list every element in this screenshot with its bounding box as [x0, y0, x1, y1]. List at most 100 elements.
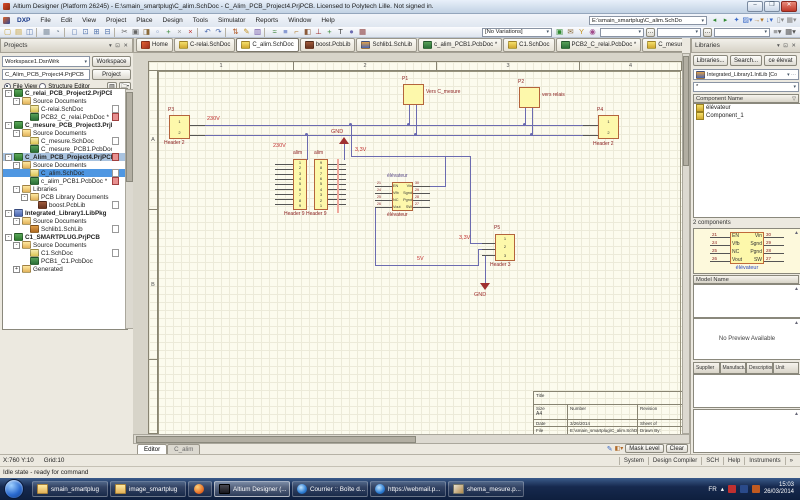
- browse-button-1[interactable]: …: [646, 28, 655, 37]
- edit-icon[interactable]: ✎: [241, 27, 252, 37]
- redo-icon[interactable]: ↷: [213, 27, 224, 37]
- filter-icon[interactable]: Y: [576, 27, 587, 37]
- designator-label[interactable]: Header 9: [306, 212, 327, 217]
- menu-item[interactable]: View: [77, 17, 101, 24]
- tray-icon-2[interactable]: [740, 485, 748, 493]
- vertical-scrollbar[interactable]: [682, 53, 690, 434]
- wire[interactable]: [307, 135, 308, 160]
- tree-item[interactable]: boost.PcbLib: [3, 201, 127, 209]
- tree-item[interactable]: + Generated: [3, 265, 127, 273]
- panel-menu-icon[interactable]: ▾: [109, 43, 113, 49]
- menu-item[interactable]: Window: [283, 17, 316, 24]
- place-wire-icon[interactable]: ≈: [269, 27, 280, 37]
- pin-line[interactable]: [482, 249, 495, 250]
- junction-dot[interactable]: [305, 133, 308, 136]
- tree-item[interactable]: C_mesure.SchDoc: [3, 137, 127, 145]
- search-button[interactable]: Search...: [730, 55, 762, 66]
- place-harness-icon[interactable]: ⌐: [291, 27, 302, 37]
- component-name-column-header[interactable]: Component Name▽: [693, 94, 799, 103]
- grid-style-icon[interactable]: ▦▾: [785, 27, 796, 37]
- download-icon[interactable]: ↓▾: [764, 16, 775, 25]
- copy-icon[interactable]: ▣: [130, 27, 141, 37]
- pin-line[interactable]: [482, 255, 495, 256]
- designator-label[interactable]: P4: [597, 108, 603, 113]
- menu-item[interactable]: Design: [158, 17, 188, 24]
- wire[interactable]: [352, 156, 471, 157]
- document-tab[interactable]: Home: [136, 38, 173, 52]
- net-label[interactable]: 3,3V: [355, 147, 366, 153]
- tray-expand-icon[interactable]: ▴: [721, 486, 724, 493]
- publish-icon[interactable]: →▾: [753, 16, 764, 25]
- cut-icon[interactable]: ✂: [119, 27, 130, 37]
- collapse-icon[interactable]: ▲: [794, 286, 799, 292]
- tree-item[interactable]: - C_Alim_PCB_Project4.PrjPCB: [3, 153, 127, 161]
- document-tab[interactable]: C_mesure.SchDoc: [642, 38, 682, 52]
- tree-item[interactable]: - Source Documents: [3, 241, 127, 249]
- component-alim2[interactable]: 987654321: [314, 159, 328, 210]
- menu-item[interactable]: Edit: [56, 17, 77, 24]
- tree-item[interactable]: PCB1_C1.PcbDoc: [3, 257, 127, 265]
- projects-panel-header[interactable]: Projects ▾ ⊡ ✕: [0, 38, 133, 53]
- paste-icon[interactable]: ◨: [141, 27, 152, 37]
- pin-line[interactable]: [583, 135, 598, 136]
- tree-item[interactable]: C-relai.SchDoc: [3, 105, 127, 113]
- place-part-icon[interactable]: ◧: [302, 27, 313, 37]
- tree-item[interactable]: Schlib1.SchLib: [3, 225, 127, 233]
- undo-icon[interactable]: ↶: [202, 27, 213, 37]
- taskbar-button[interactable]: image_smartplug: [110, 481, 186, 497]
- tree-item[interactable]: - Source Documents: [3, 161, 127, 169]
- junction-dot[interactable]: [530, 133, 533, 136]
- table-column-header[interactable]: Supplier: [693, 362, 720, 374]
- clear-button[interactable]: Clear: [666, 444, 688, 453]
- net-label[interactable]: 5V: [417, 256, 424, 262]
- zoom-area-icon[interactable]: ⊡: [80, 27, 91, 37]
- tree-item[interactable]: - Libraries: [3, 185, 127, 193]
- pin-line[interactable]: [275, 179, 293, 180]
- pin-line[interactable]: [275, 204, 293, 205]
- component-p2[interactable]: [519, 87, 540, 108]
- tree-item[interactable]: - Source Documents: [3, 97, 127, 105]
- expand-toggle-icon[interactable]: -: [5, 154, 12, 161]
- comment-label[interactable]: Vers C_mesure: [426, 90, 460, 95]
- library-select-combo[interactable]: Integrated_Library1.IntLib [Co ▾ ⋯: [693, 69, 799, 80]
- document-tab[interactable]: C_alim.SchDoc: [236, 38, 298, 52]
- browse-button-2[interactable]: …: [703, 28, 712, 37]
- panel-menu-icon[interactable]: ▾: [777, 43, 781, 49]
- taskbar-button[interactable]: [188, 481, 212, 497]
- pin-line[interactable]: [190, 125, 205, 126]
- browse-library-icon[interactable]: ▥: [252, 27, 263, 37]
- back-icon[interactable]: ◂: [709, 16, 720, 25]
- designator-label[interactable]: P5: [494, 226, 500, 231]
- project-button[interactable]: Project: [92, 69, 131, 80]
- expand-toggle-icon[interactable]: -: [13, 186, 20, 193]
- wire[interactable]: [205, 125, 585, 126]
- tree-item[interactable]: - Source Documents: [3, 129, 127, 137]
- mask-level-button[interactable]: Mask Level: [625, 444, 663, 453]
- wire[interactable]: [478, 249, 479, 266]
- wire[interactable]: [375, 207, 376, 266]
- component-pin[interactable]: 27: [413, 203, 430, 210]
- taskbar-button[interactable]: smain_smartplug: [32, 481, 108, 497]
- junction-dot[interactable]: [414, 133, 417, 136]
- expand-toggle-icon[interactable]: -: [13, 218, 20, 225]
- expand-toggle-icon[interactable]: -: [5, 210, 12, 217]
- pin-line[interactable]: [482, 243, 495, 244]
- document-tab[interactable]: Schlib1.SchLib: [356, 38, 417, 52]
- expand-toggle-icon[interactable]: -: [5, 90, 12, 97]
- minimize-button[interactable]: –: [747, 1, 763, 12]
- tree-item[interactable]: c_alim_PCB1.PcbDoc *: [3, 177, 127, 185]
- language-indicator[interactable]: FR: [708, 486, 716, 493]
- menu-item[interactable]: File: [35, 17, 55, 24]
- menu-item[interactable]: Place: [131, 17, 157, 24]
- wire[interactable]: [375, 265, 479, 266]
- snapshot-icon[interactable]: ◉: [587, 27, 598, 37]
- release-icon[interactable]: ✉: [565, 27, 576, 37]
- expand-toggle-icon[interactable]: -: [5, 122, 12, 129]
- tree-item[interactable]: - C1_SMARTPLUG.PrjPCB: [3, 233, 127, 241]
- model-name-header[interactable]: Model Name: [693, 275, 799, 284]
- document-bottom-tab[interactable]: C_alim: [167, 444, 200, 454]
- comment-label[interactable]: alim: [293, 151, 302, 156]
- wire[interactable]: [445, 156, 446, 187]
- up-icon[interactable]: ✦: [731, 16, 742, 25]
- wire[interactable]: [532, 108, 533, 136]
